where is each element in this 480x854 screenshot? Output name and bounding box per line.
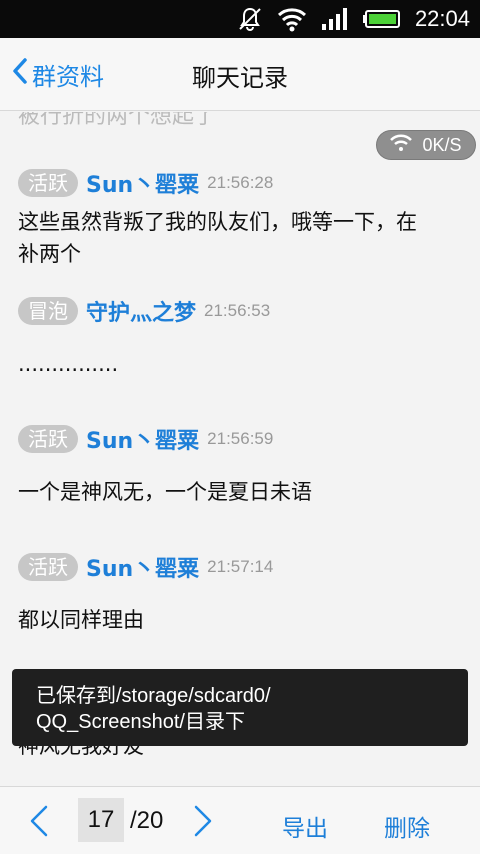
status-bar: 22:04 [0,0,480,38]
speed-text: 0K/S [422,134,462,155]
export-button[interactable]: 导出 [282,809,328,843]
sender-nickname[interactable]: Sun丶罂粟 [86,551,199,583]
message-text: 一个是神风无，一个是夏日未语 [18,480,312,504]
toast-line: 已保存到/storage/sdcard0/ [36,685,271,707]
message-text: 都以同样理由 [18,608,144,632]
list-item: 活跃 Sun丶罂粟 21:57:14 都以同样理由 [18,552,458,636]
sender-nickname[interactable]: Sun丶罂粟 [86,423,199,455]
activity-badge: 活跃 [18,425,78,453]
status-time: 22:04 [414,6,470,31]
page-title: 聊天记录 [192,64,288,92]
next-page-button[interactable] [192,805,214,841]
activity-badge: 活跃 [18,169,78,197]
activity-badge: 冒泡 [18,297,78,325]
message-time: 21:57:14 [207,557,274,576]
message-text: ............... [18,352,119,376]
wifi-icon [390,134,413,157]
list-item: 活跃 Sun丶罂粟 21:56:59 一个是神风无，一个是夏日未语 [18,424,458,508]
message-time: 21:56:59 [207,429,274,448]
battery-icon [362,9,401,29]
wifi-icon [277,6,307,32]
list-item: 冒泡 守护灬之梦 21:56:53 ............... [18,296,458,380]
saved-toast: 已保存到/storage/sdcard0/ QQ_Screenshot/目录下 [12,669,468,746]
activity-badge: 活跃 [18,553,78,581]
title-bar: 群资料 聊天记录 [0,38,480,111]
sender-nickname[interactable]: 守护灬之梦 [86,295,196,327]
message-text: 这些虽然背叛了我的队友们，哦等一下，在补两个 [18,210,417,266]
sender-nickname[interactable]: Sun丶罂粟 [86,167,199,199]
chevron-right-icon [194,805,212,837]
previous-page-button[interactable] [28,805,50,841]
delete-button[interactable]: 删除 [384,809,430,843]
pagination-bar: 17 /20 导出 删除 [0,786,480,854]
message-time: 21:56:28 [207,173,274,192]
notifications-muted-icon [237,6,263,32]
network-speed-indicator: 0K/S [376,130,476,160]
chevron-left-icon [30,805,48,837]
current-page-input[interactable]: 17 [78,798,124,842]
signal-icon [321,7,349,31]
cut-off-message-text: 被行折的两个想起了 [18,112,217,129]
message-time: 21:56:53 [204,301,271,320]
list-item: 活跃 Sun丶罂粟 21:56:28 这些虽然背叛了我的队友们，哦等一下，在补两… [18,168,458,270]
total-pages: /20 [130,807,164,834]
toast-line: QQ_Screenshot/目录下 [36,711,245,733]
